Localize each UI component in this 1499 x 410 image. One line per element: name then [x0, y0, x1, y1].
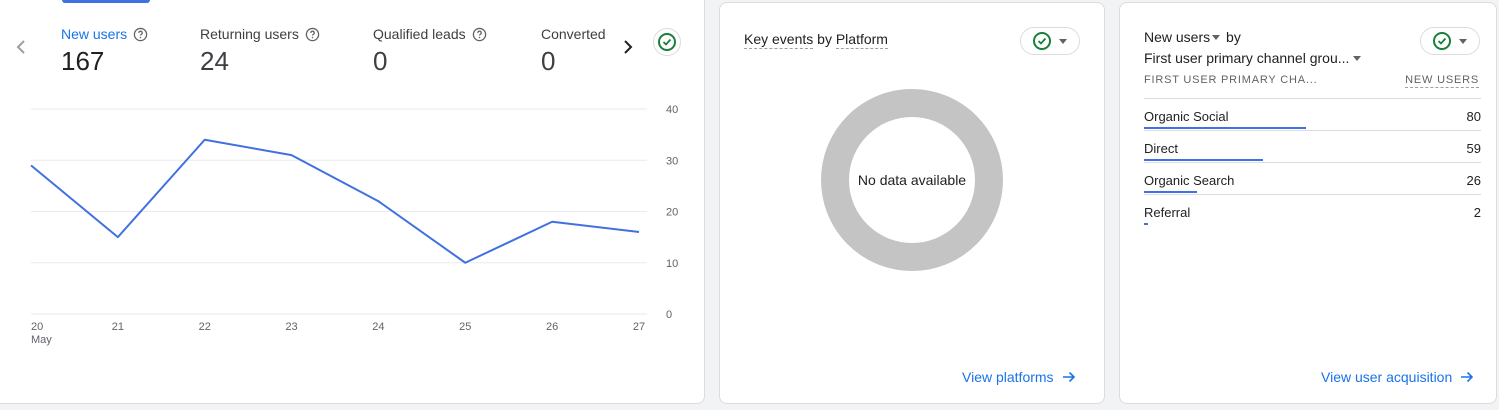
- title-metric[interactable]: Key events: [744, 31, 814, 49]
- link-label: View user acquisition: [1321, 369, 1453, 385]
- check-circle-icon: [1433, 32, 1451, 50]
- row-label: Organic Search: [1144, 173, 1235, 188]
- caret-down-icon: [1059, 38, 1067, 44]
- data-point[interactable]: [633, 226, 645, 238]
- platform-card: Key events by Platform No data available…: [719, 2, 1105, 404]
- acquisition-card: New users by First user primary channel …: [1119, 2, 1497, 404]
- x-tick-label: 27: [633, 321, 645, 333]
- column-header-metric[interactable]: NEW USERS: [1405, 74, 1479, 88]
- row-label: Organic Social: [1144, 109, 1229, 124]
- overview-card: New users 167 Returning users 24 Qualifi…: [0, 0, 705, 404]
- y-tick-label: 20: [666, 207, 678, 219]
- title-by: by: [817, 31, 832, 47]
- y-tick-label: 40: [666, 104, 678, 116]
- x-tick-label: 22: [199, 321, 211, 333]
- x-month-label: May: [31, 334, 52, 346]
- data-point[interactable]: [112, 231, 124, 243]
- data-point[interactable]: [286, 149, 298, 161]
- view-user-acquisition-link[interactable]: View user acquisition: [1321, 369, 1474, 385]
- title-dimension: First user primary channel grou...: [1144, 50, 1350, 66]
- data-point[interactable]: [459, 257, 471, 269]
- row-label: Referral: [1144, 205, 1191, 220]
- y-tick-label: 30: [666, 155, 678, 167]
- no-data-message: No data available: [857, 172, 967, 188]
- data-point[interactable]: [372, 195, 384, 207]
- card-title: Key events by Platform: [744, 31, 888, 49]
- x-tick-label: 25: [459, 321, 471, 333]
- arrow-right-icon: [1461, 371, 1474, 383]
- compare-dropdown[interactable]: [1420, 27, 1480, 55]
- title-metric[interactable]: New users: [1144, 29, 1210, 45]
- y-tick-label: 10: [666, 258, 678, 270]
- row-bar: [1144, 223, 1149, 225]
- series-line[interactable]: [30, 138, 640, 264]
- x-tick-label: 23: [285, 321, 297, 333]
- y-tick-label: 0: [666, 309, 672, 321]
- column-header-dimension[interactable]: FIRST USER PRIMARY CHA...: [1144, 74, 1317, 86]
- x-tick-label: 20: [31, 321, 43, 333]
- x-tick-label: 21: [112, 321, 124, 333]
- check-circle-icon: [1033, 32, 1051, 50]
- card-title: New users by: [1144, 29, 1241, 45]
- arrow-right-icon: [1062, 371, 1075, 383]
- table-row[interactable]: Organic Search 26: [1144, 162, 1481, 194]
- caret-down-icon: [1353, 56, 1362, 61]
- row-bar: [1144, 159, 1264, 161]
- view-platforms-link[interactable]: View platforms: [962, 369, 1076, 385]
- caret-down-icon: [1459, 38, 1467, 44]
- title-by: by: [1226, 29, 1241, 45]
- table-row[interactable]: Organic Social 80: [1144, 98, 1481, 130]
- row-value: 2: [1473, 205, 1481, 220]
- table-row[interactable]: Referral 2: [1144, 194, 1481, 226]
- data-point[interactable]: [199, 134, 211, 146]
- compare-dropdown[interactable]: [1020, 27, 1080, 55]
- data-point[interactable]: [546, 216, 558, 228]
- link-label: View platforms: [962, 369, 1054, 385]
- table-row[interactable]: Direct 59: [1144, 130, 1481, 162]
- x-tick-label: 24: [372, 321, 384, 333]
- row-value: 26: [1466, 173, 1481, 188]
- title-dimension[interactable]: Platform: [835, 31, 888, 49]
- data-point[interactable]: [25, 159, 37, 171]
- line-chart: 0 10 20 30 40 20 21 22 23 24 25 26 27 May: [25, 104, 678, 346]
- row-bar: [1144, 191, 1197, 193]
- row-bar: [1144, 127, 1306, 129]
- row-value: 59: [1466, 141, 1481, 156]
- row-label: Direct: [1144, 141, 1178, 156]
- caret-down-icon[interactable]: [1212, 35, 1221, 40]
- donut-chart: No data available: [821, 89, 1003, 271]
- row-value: 80: [1466, 109, 1481, 124]
- dimension-selector[interactable]: First user primary channel grou...: [1144, 50, 1362, 66]
- x-tick-label: 26: [546, 321, 558, 333]
